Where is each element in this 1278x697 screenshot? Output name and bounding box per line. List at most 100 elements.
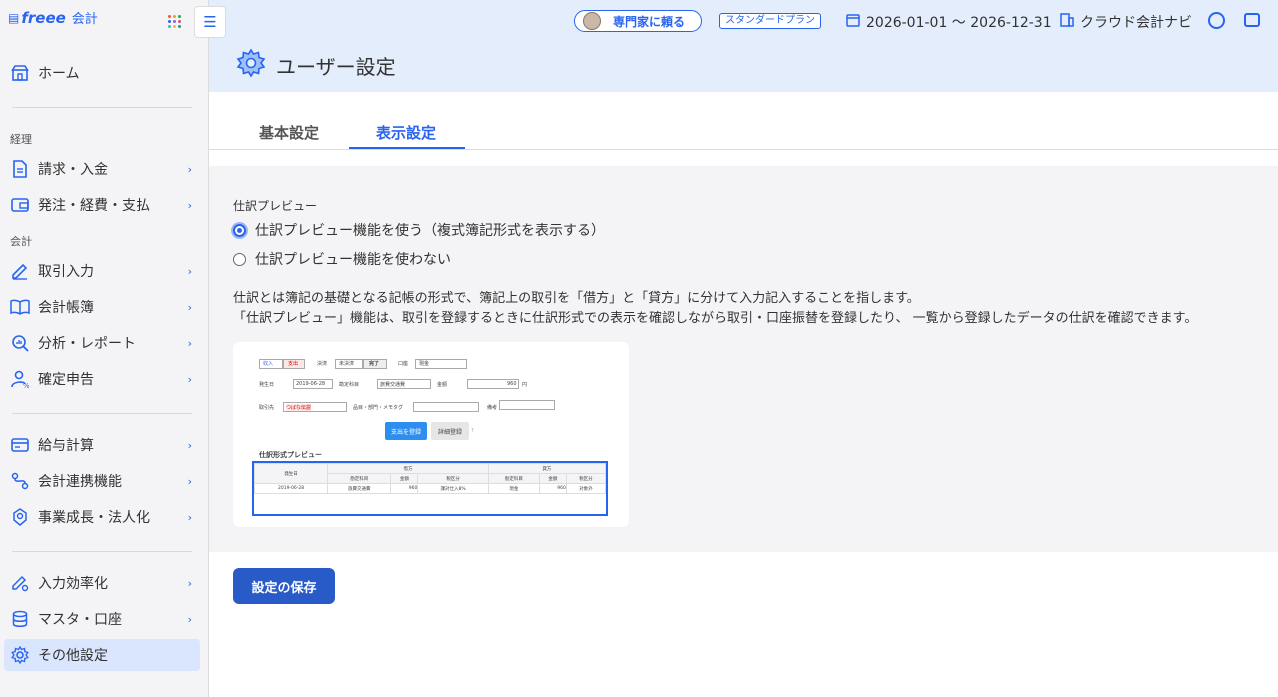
collapse-sidebar-button[interactable]: ☰	[194, 6, 226, 38]
logo[interactable]: ▤ freee 会計	[8, 8, 98, 28]
logo-text: freee	[21, 8, 66, 27]
pv-text: 収入	[263, 361, 274, 367]
logo-mark-icon: ▤	[8, 10, 20, 25]
preview-image: 収入 支出 決済 未決済 完了 口座 現金 発生日 2019-06-28 勘定科…	[233, 342, 629, 527]
pv-td: 現金	[487, 483, 540, 494]
pv-text: 旅費交通費	[380, 382, 406, 388]
page-header: ユーザー設定	[236, 48, 396, 82]
pen-icon	[10, 261, 30, 281]
chevron-right-icon: ›	[187, 336, 192, 350]
card-icon	[10, 435, 30, 455]
sidebar-item-growth[interactable]: 事業成長・法人化 ›	[4, 501, 200, 533]
sidebar-item-label: ホーム	[38, 66, 80, 82]
sidebar-item-integration[interactable]: 会計連携機能 ›	[4, 465, 200, 497]
sidebar-item-label: マスタ・口座	[38, 612, 122, 628]
sidebar-item-label: 請求・入金	[38, 162, 108, 178]
pv-text: 金額	[437, 382, 448, 388]
pv-th: 金額	[538, 473, 567, 484]
chevron-right-icon: ›	[187, 300, 192, 314]
pv-th: 勘定科目	[487, 473, 540, 484]
chevron-right-icon: ›	[187, 576, 192, 590]
fiscal-period[interactable]: 2026-01-01 〜 2026-12-31	[846, 12, 1052, 32]
pv-th: 税区分	[565, 473, 607, 484]
pv-text: 円	[522, 382, 528, 388]
sidebar-item-report[interactable]: 分析・レポート ›	[4, 327, 200, 359]
description-line-2: 「仕訳プレビュー」機能は、取引を登録するときに仕訳形式での表示を確認しながら取引…	[233, 311, 1198, 326]
home-icon	[10, 63, 30, 83]
sidebar-item-expense[interactable]: 発注・経費・支払 ›	[4, 189, 200, 221]
pv-text: 完了	[369, 361, 380, 367]
sidebar-item-label: 会計帳簿	[38, 300, 94, 316]
pv-text: 未決済	[339, 361, 355, 367]
pv-th: 借方	[327, 463, 489, 474]
avatar	[583, 12, 601, 30]
gear-icon	[236, 48, 266, 82]
pv-section-title: 仕訳形式プレビュー	[259, 451, 322, 459]
expert-button-label: 専門家に頼る	[613, 14, 686, 29]
group-label: 仕訳プレビュー	[233, 199, 318, 213]
pv-th: 発生日	[253, 463, 329, 484]
chevron-right-icon: ›	[187, 612, 192, 626]
pv-th: 税区分	[417, 473, 489, 484]
sidebar-item-label: 発注・経費・支払	[38, 198, 150, 214]
sidebar-item-label: 会計連携機能	[38, 474, 122, 490]
radio-label: 仕訳プレビュー機能を使う（複式簿記形式を表示する）	[255, 223, 605, 239]
radio-option-use[interactable]: 仕訳プレビュー機能を使う（複式簿記形式を表示する）	[233, 220, 605, 240]
person-tax-icon: %	[10, 369, 30, 389]
pv-td: 2019-06-28	[253, 483, 329, 494]
logo-sub: 会計	[71, 12, 98, 27]
radio-button[interactable]	[233, 252, 246, 266]
pv-text: 品目・部門・メモタグ	[353, 405, 404, 411]
sidebar-divider	[12, 551, 192, 552]
chevron-right-icon: ›	[187, 438, 192, 452]
chevron-right-icon: ›	[187, 264, 192, 278]
sidebar-item-invoice[interactable]: 請求・入金 ›	[4, 153, 200, 185]
sidebar: ▤ freee 会計 ホーム 経理 請求・入金 › 発注・経費・支払 › 会計 取引入…	[0, 0, 209, 697]
link-icon	[10, 471, 30, 491]
active-tab-indicator	[349, 147, 465, 149]
sidebar-item-efficiency[interactable]: 入力効率化 ›	[4, 567, 200, 599]
pv-text: 支出	[288, 361, 299, 367]
pv-journal-table: 発生日 借方 貸方 勘定科目 金額 税区分 勘定科目 金額 税区分 2019-0…	[252, 461, 608, 516]
wallet-icon	[10, 195, 30, 215]
pv-text: 備考	[487, 405, 498, 411]
calendar-icon	[846, 13, 860, 31]
chevron-right-icon: ›	[187, 510, 192, 524]
pv-text: 勘定科目	[339, 382, 360, 388]
pv-text: 決済	[317, 361, 328, 367]
plan-badge[interactable]: スタンダードプラン	[719, 13, 821, 29]
pv-text: 2019-06-28	[296, 381, 326, 387]
growth-icon	[10, 507, 30, 527]
pv-td: 960	[390, 483, 419, 494]
tab-display-settings[interactable]: 表示設定	[376, 122, 436, 143]
tab-basic-settings[interactable]: 基本設定	[259, 122, 319, 143]
chat-icon[interactable]	[1244, 13, 1260, 27]
navi-link[interactable]: クラウド会計ナビ	[1060, 12, 1192, 32]
expert-button[interactable]: 専門家に頼る	[574, 10, 702, 32]
pv-td: 960	[538, 483, 567, 494]
save-settings-button[interactable]: 設定の保存	[233, 568, 335, 604]
radio-button-checked[interactable]	[233, 223, 246, 237]
navi-label: クラウド会計ナビ	[1080, 15, 1192, 31]
sidebar-item-label: 事業成長・法人化	[38, 510, 150, 526]
settings-panel: 仕訳プレビュー 仕訳プレビュー機能を使う（複式簿記形式を表示する） 仕訳プレビュ…	[209, 166, 1278, 552]
pv-th: 金額	[390, 473, 419, 484]
apps-grid-icon[interactable]	[168, 15, 182, 29]
radio-option-not-use[interactable]: 仕訳プレビュー機能を使わない	[233, 249, 451, 269]
sidebar-item-tax-return[interactable]: % 確定申告 ›	[4, 363, 200, 395]
sidebar-item-payroll[interactable]: 給与計算 ›	[4, 429, 200, 461]
sidebar-item-transaction[interactable]: 取引入力 ›	[4, 255, 200, 287]
pv-td: 旅費交通費	[327, 483, 392, 494]
sidebar-item-home[interactable]: ホーム	[4, 57, 200, 89]
account-icon[interactable]	[1208, 12, 1225, 29]
pv-text: 960	[507, 381, 517, 387]
sidebar-item-master[interactable]: マスタ・口座 ›	[4, 603, 200, 635]
chevron-right-icon: ›	[187, 474, 192, 488]
svg-text:%: %	[23, 382, 29, 388]
pv-text: 取引先	[259, 405, 275, 411]
pv-th: 貸方	[487, 463, 607, 474]
sidebar-item-label: 取引入力	[38, 264, 94, 280]
sidebar-item-ledger[interactable]: 会計帳簿 ›	[4, 291, 200, 323]
sidebar-item-other-settings[interactable]: その他設定	[4, 639, 200, 671]
pv-th: 勘定科目	[327, 473, 392, 484]
